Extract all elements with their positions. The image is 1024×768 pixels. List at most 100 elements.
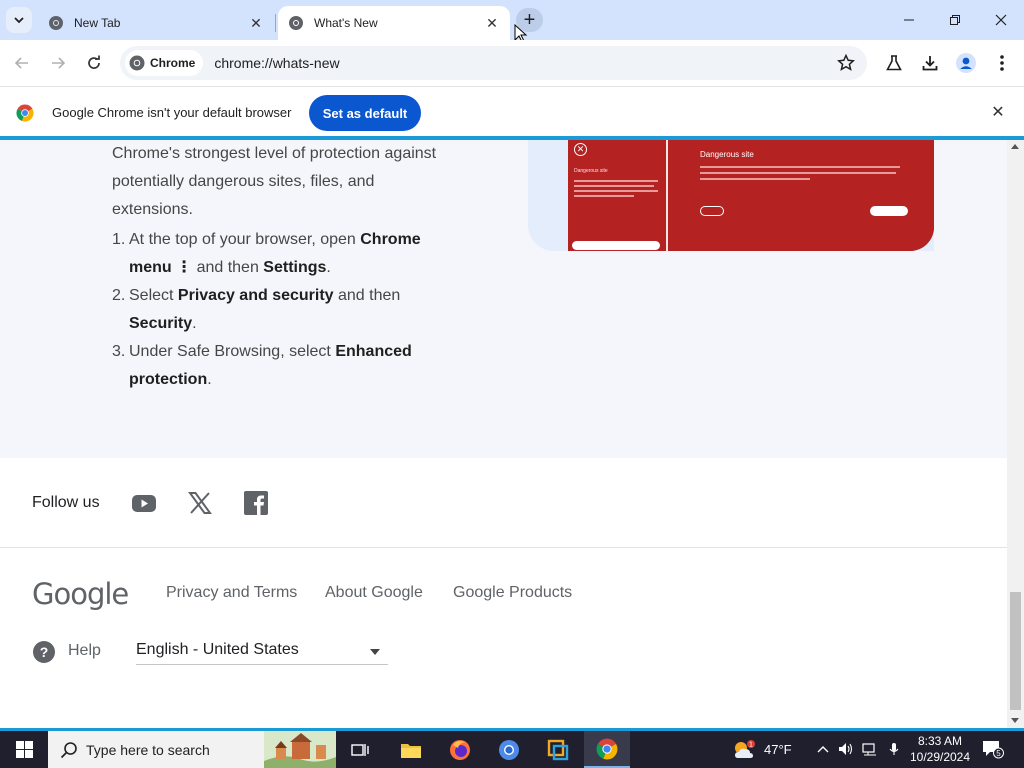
chromium-button[interactable] xyxy=(486,731,532,768)
start-button[interactable] xyxy=(0,731,48,768)
chrome-icon xyxy=(596,738,618,759)
bookmark-star-icon[interactable] xyxy=(837,54,855,72)
weather-widget[interactable]: 1 47°F xyxy=(732,731,792,768)
forward-arrow-icon xyxy=(52,57,66,69)
step-bold: Settings xyxy=(263,259,327,276)
labs-button[interactable] xyxy=(883,52,905,74)
chrome-favicon-icon xyxy=(49,16,63,30)
file-explorer-button[interactable] xyxy=(388,731,434,768)
tab-new-tab[interactable]: New Tab ✕ xyxy=(38,6,274,40)
chrome-menu-button[interactable] xyxy=(991,52,1013,74)
text-line xyxy=(574,195,634,197)
tab-separator xyxy=(275,14,276,32)
page-scrollbar[interactable] xyxy=(1007,140,1024,728)
step-number: 2. xyxy=(112,287,126,304)
instruction-steps: 1. At the top of your browser, open Chro… xyxy=(112,226,452,394)
network-icon[interactable] xyxy=(862,741,878,757)
reload-icon xyxy=(88,55,100,69)
step-text: At the top of your browser, open xyxy=(129,231,361,248)
language-selected-value: English - United States xyxy=(136,641,299,658)
tab-close-icon[interactable]: ✕ xyxy=(246,13,266,33)
text-line xyxy=(574,180,658,182)
show-hidden-icons-chevron-icon[interactable] xyxy=(815,741,831,757)
dangerous-site-illustration: ✕ Dangerous site Dangerous site xyxy=(568,140,934,251)
search-icon xyxy=(60,741,77,758)
list-item: 2. Select Privacy and security and then … xyxy=(112,282,452,338)
microphone-icon[interactable] xyxy=(886,741,902,757)
about-google-link[interactable]: About Google xyxy=(325,584,423,602)
minimize-button[interactable] xyxy=(886,0,932,40)
page-footer: Google Privacy and Terms About Google Go… xyxy=(0,549,1007,728)
forward-button[interactable] xyxy=(45,50,71,76)
tab-whats-new[interactable]: What's New ✕ xyxy=(278,6,510,40)
back-button[interactable] xyxy=(9,50,35,76)
mobile-warning-panel: ✕ Dangerous site xyxy=(568,140,666,251)
close-icon: ✕ xyxy=(574,143,587,156)
list-item: 3. Under Safe Browsing, select Enhanced … xyxy=(112,338,452,394)
scroll-down-arrow-icon[interactable] xyxy=(1011,718,1019,723)
set-as-default-button[interactable]: Set as default xyxy=(309,95,421,131)
step-bold: Security xyxy=(129,315,193,332)
help-icon[interactable]: ? xyxy=(33,641,55,663)
browser-toolbar: Chrome chrome://whats-new xyxy=(0,40,1024,87)
text-line xyxy=(574,185,654,187)
follow-us-section: Follow us xyxy=(0,458,1007,548)
notification-center-icon: 5 xyxy=(983,741,1004,759)
url-text: chrome://whats-new xyxy=(214,55,340,71)
site-chip-label: Chrome xyxy=(150,56,196,70)
chrome-dev-button[interactable] xyxy=(584,731,630,768)
text-line xyxy=(700,172,896,174)
clock-date: 10/29/2024 xyxy=(909,750,971,764)
x-icon[interactable] xyxy=(187,490,213,516)
scroll-up-arrow-icon[interactable] xyxy=(1011,144,1019,149)
system-clock[interactable]: 8:33 AM 10/29/2024 xyxy=(906,733,974,765)
illustration-outline-button xyxy=(700,206,724,216)
step-bold: Privacy and security xyxy=(177,287,334,304)
tab-title: What's New xyxy=(314,16,378,30)
tab-close-icon[interactable]: ✕ xyxy=(482,13,502,33)
restore-button[interactable] xyxy=(932,0,978,40)
google-products-link[interactable]: Google Products xyxy=(453,584,572,602)
notification-count: 5 xyxy=(996,749,1001,758)
infobar-close-icon[interactable]: ✕ xyxy=(990,104,1006,121)
illustration-filled-button xyxy=(870,206,908,216)
tab-search-button[interactable] xyxy=(6,7,32,33)
avatar-icon xyxy=(956,53,976,73)
task-view-button[interactable] xyxy=(337,731,383,768)
downloads-button[interactable] xyxy=(919,52,941,74)
address-bar[interactable]: Chrome chrome://whats-new xyxy=(120,46,867,80)
notifications-button[interactable]: 5 xyxy=(982,739,1004,759)
step-text: and then xyxy=(192,259,264,276)
taskbar-search-box[interactable]: Type here to search xyxy=(48,731,336,768)
site-info-chip[interactable]: Chrome xyxy=(125,50,204,76)
close-window-button[interactable] xyxy=(978,0,1024,40)
illustration-small-title: Dangerous site xyxy=(574,168,608,174)
remote-desktop-button[interactable] xyxy=(535,731,581,768)
feature-section: Chrome's strongest level of protection a… xyxy=(0,140,1007,458)
default-browser-infobar: Google Chrome isn't your default browser… xyxy=(0,88,1024,136)
chromium-icon xyxy=(499,739,519,760)
reload-button[interactable] xyxy=(81,50,107,76)
chevron-down-icon xyxy=(14,17,24,24)
step-text: Select xyxy=(129,287,178,304)
chrome-menu-inline-icon: ⋮ xyxy=(176,259,193,276)
privacy-terms-link[interactable]: Privacy and Terms xyxy=(166,584,297,602)
firefox-button[interactable] xyxy=(437,731,483,768)
windows-taskbar: Type here to search 1 47°F 8:33 AM 10/29… xyxy=(0,731,1024,768)
facebook-icon[interactable] xyxy=(243,490,269,516)
language-select[interactable]: English - United States xyxy=(136,641,388,665)
download-icon xyxy=(922,56,938,71)
close-icon xyxy=(995,14,1007,26)
profile-button[interactable] xyxy=(955,52,977,74)
task-view-icon xyxy=(351,743,369,756)
help-link[interactable]: Help xyxy=(68,642,101,660)
google-logo[interactable]: Google xyxy=(32,577,129,611)
weather-partly-cloudy-icon: 1 xyxy=(735,739,755,758)
feature-description: Chrome's strongest level of protection a… xyxy=(112,145,437,218)
step-text: . xyxy=(326,259,331,276)
volume-icon[interactable] xyxy=(838,741,854,757)
scroll-thumb[interactable] xyxy=(1010,592,1021,710)
youtube-icon[interactable] xyxy=(131,490,157,516)
windows-logo-icon xyxy=(15,741,33,758)
firefox-icon xyxy=(450,739,470,760)
